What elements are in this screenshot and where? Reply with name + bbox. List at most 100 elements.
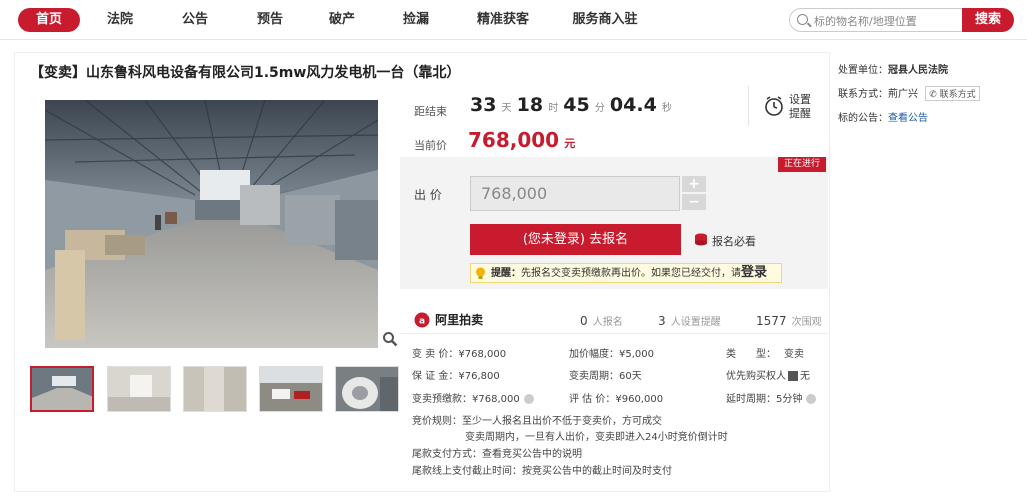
countdown-minutes: 45 <box>563 94 590 116</box>
currency-unit: 元 <box>564 137 576 150</box>
increment-row: 加价幅度：¥5,000 <box>569 345 654 360</box>
register-button[interactable]: (您未登录) 去报名 <box>470 224 681 255</box>
nav-preview[interactable]: 预告 <box>250 8 290 32</box>
delay-row: 延时周期：5分钟 <box>726 390 817 405</box>
announcement-label: 标的公告： <box>838 113 888 124</box>
thumbnail[interactable] <box>259 366 323 412</box>
type-label: 类 型： <box>726 349 776 360</box>
search-icon <box>797 14 808 25</box>
rule-row: 竞价规则：至少一人报名且出价不低于变卖价，方可成交 <box>412 412 662 427</box>
view-count-value: 1577 <box>756 314 787 328</box>
thumbnail[interactable] <box>30 366 94 412</box>
countdown-seconds-unit: 秒 <box>661 103 672 114</box>
disposal-unit-value: 冠县人民法院 <box>888 65 948 76</box>
nav-bargain[interactable]: 捡漏 <box>396 8 436 32</box>
phone-icon: ✆ <box>929 90 937 100</box>
final-payment-value: 查看竞买公告中的说明 <box>482 449 582 460</box>
countdown-hours: 18 <box>516 94 544 116</box>
login-link[interactable]: 登录 <box>741 265 767 280</box>
priority-label: 优先购买权人 <box>726 371 786 382</box>
current-price: 768,000 元 <box>468 128 575 152</box>
reminder-label-2: 提醒 <box>789 107 811 120</box>
registration-count-label: 人报名 <box>592 317 623 328</box>
seller-info-panel: 处置单位：冠县人民法院 联系方式：荊广兴 ✆ 联系方式 标的公告：查看公告 <box>830 52 1013 142</box>
appraisal-label: 评 估 价： <box>569 394 616 405</box>
type-value: 变卖 <box>784 349 804 360</box>
deposit-value: ¥76,800 <box>458 371 500 382</box>
tip-text: 先报名交变卖预缴款再出价。如果您已经交付，请 <box>521 268 741 279</box>
decrease-bid-button[interactable]: − <box>682 194 706 210</box>
tip-prefix: 提醒： <box>491 268 521 279</box>
thumbnail[interactable] <box>107 366 171 412</box>
top-navigation: 首页 法院 公告 预告 破产 捡漏 精准获客 服务商入驻 标的物名称/地理位置 … <box>0 0 1027 40</box>
coins-icon <box>694 232 708 251</box>
countdown-days: 33 <box>470 94 497 116</box>
prepay-row: 变卖预缴款：¥768,000 <box>412 390 534 405</box>
announcement-link[interactable]: 查看公告 <box>888 113 928 124</box>
search-button[interactable]: 搜索 <box>962 8 1014 32</box>
appraisal-row: 评 估 价：¥960,000 <box>569 390 663 405</box>
login-tip: 提醒：先报名交变卖预缴款再出价。如果您已经交付，请登录 <box>470 263 782 283</box>
rule-label: 竞价规则： <box>412 416 462 427</box>
bid-amount-input[interactable]: 768,000 <box>470 176 680 211</box>
final-deadline-value: 按竞买公告中的截止时间及时支付 <box>522 466 672 477</box>
increment-label: 加价幅度： <box>569 349 619 360</box>
view-count-label: 次围观 <box>791 317 822 328</box>
thumbnail[interactable] <box>335 366 399 412</box>
clock-icon[interactable] <box>763 95 785 121</box>
nav-home[interactable]: 首页 <box>18 8 80 32</box>
prepay-label: 变卖预缴款： <box>412 394 472 405</box>
final-deadline-row: 尾款线上支付截止时间：按竞买公告中的截止时间及时支付 <box>412 462 672 477</box>
delay-label: 延时周期： <box>726 394 776 405</box>
deposit-label: 保 证 金： <box>412 371 459 382</box>
registration-count: 0 人报名 <box>580 310 623 329</box>
countdown-seconds: 04.4 <box>609 94 657 116</box>
disposal-unit-row: 处置单位：冠县人民法院 <box>838 61 948 76</box>
countdown-label: 距结束 <box>414 105 447 118</box>
reminder-label-1: 设置 <box>789 93 811 106</box>
view-count: 1577 次围观 <box>756 310 822 329</box>
help-icon[interactable] <box>806 394 817 404</box>
rule-line-1: 至少一人报名且出价不低于变卖价，方可成交 <box>462 416 662 427</box>
contact-row: 联系方式：荊广兴 ✆ 联系方式 <box>838 85 980 101</box>
final-deadline-label: 尾款线上支付截止时间： <box>412 466 522 477</box>
must-read-link[interactable]: 报名必看 <box>712 233 756 249</box>
bid-label: 出 价 <box>414 188 442 202</box>
period-label: 变卖周期： <box>569 371 619 382</box>
help-icon[interactable] <box>523 394 534 404</box>
priority-value: 无 <box>800 371 810 382</box>
sale-price-value: ¥768,000 <box>458 349 507 360</box>
rule-line-2: 变卖周期内，一旦有人出价，变卖即进入24小时竞价倒计时 <box>465 432 728 443</box>
countdown-hours-unit: 时 <box>548 103 559 114</box>
nav-customer-acquisition[interactable]: 精准获客 <box>470 8 536 32</box>
reminder-count: 3 人设置提醒 <box>658 310 721 329</box>
final-payment-row: 尾款支付方式：查看竞买公告中的说明 <box>412 445 582 460</box>
status-badge: 正在进行 <box>778 157 826 172</box>
set-reminder-button[interactable]: 设置 提醒 <box>789 93 811 121</box>
zoom-icon[interactable] <box>382 331 398 347</box>
nav-service-provider[interactable]: 服务商入驻 <box>570 8 640 32</box>
increment-value: ¥5,000 <box>619 349 654 360</box>
nav-bankruptcy[interactable]: 破产 <box>322 8 362 32</box>
contact-name: 荊广兴 <box>888 89 918 100</box>
prepay-value: ¥768,000 <box>472 394 520 405</box>
nav-court[interactable]: 法院 <box>100 8 140 32</box>
main-photo[interactable] <box>45 100 378 348</box>
countdown-minutes-unit: 分 <box>594 103 605 114</box>
contact-button-label: 联系方式 <box>939 90 976 100</box>
contact-button[interactable]: ✆ 联系方式 <box>925 86 980 101</box>
thumbnail[interactable] <box>183 366 247 412</box>
announcement-row: 标的公告：查看公告 <box>838 109 928 124</box>
delay-value: 5分钟 <box>776 394 803 405</box>
countdown-days-unit: 天 <box>501 103 512 114</box>
appraisal-value: ¥960,000 <box>615 394 664 405</box>
increase-bid-button[interactable]: + <box>682 176 706 192</box>
disposal-unit-label: 处置单位： <box>838 65 888 76</box>
search-input[interactable]: 标的物名称/地理位置 <box>789 8 964 32</box>
countdown-timer: 33 天 18 时 45 分 04.4 秒 <box>470 94 672 116</box>
deposit-row: 保 证 金：¥76,800 <box>412 367 500 382</box>
nav-announcement[interactable]: 公告 <box>175 8 215 32</box>
current-price-value: 768,000 <box>468 128 560 152</box>
type-row: 类 型： 变卖 <box>726 345 804 360</box>
reminder-count-label: 人设置提醒 <box>670 317 721 328</box>
